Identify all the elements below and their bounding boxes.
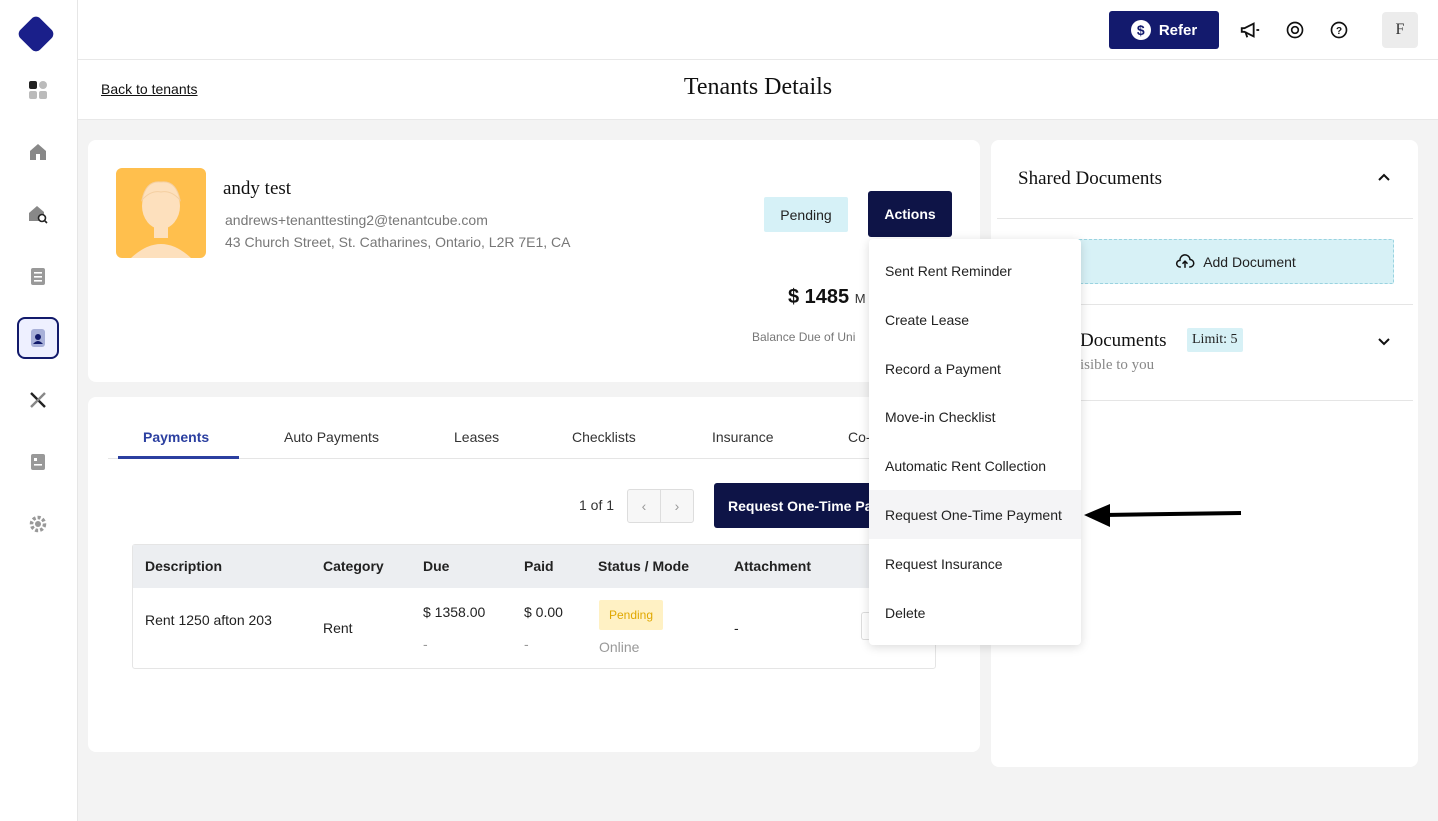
tenant-email: andrews+tenanttesting2@tenantcube.com bbox=[225, 212, 488, 228]
top-bar: $ Refer ? F bbox=[78, 0, 1438, 60]
page-header: Back to tenants Tenants Details bbox=[78, 60, 1438, 120]
divider bbox=[997, 218, 1413, 219]
active-tab-indicator bbox=[118, 456, 239, 459]
page-title: Tenants Details bbox=[683, 74, 833, 100]
sidebar-item-dashboard[interactable] bbox=[17, 69, 59, 111]
tab-auto-payments[interactable]: Auto Payments bbox=[284, 429, 379, 445]
balance-label: Balance Due of Uni bbox=[752, 330, 856, 344]
row-category: Rent bbox=[323, 620, 353, 636]
menu-item-automatic-rent-collection[interactable]: Automatic Rent Collection bbox=[869, 441, 1081, 490]
column-header-attachment: Attachment bbox=[734, 558, 812, 574]
status-badge: Pending bbox=[599, 600, 663, 630]
clipboard-icon bbox=[31, 268, 45, 285]
limit-badge: Limit: 5 bbox=[1187, 328, 1243, 352]
sidebar-item-accounting[interactable] bbox=[17, 441, 59, 483]
tenant-icon bbox=[31, 329, 45, 347]
tab-bar: Payments Auto Payments Leases Checklists… bbox=[108, 417, 908, 459]
menu-item-create-lease[interactable]: Create Lease bbox=[869, 295, 1081, 344]
help-icon[interactable]: ? bbox=[1327, 18, 1351, 42]
tab-insurance[interactable]: Insurance bbox=[712, 429, 773, 445]
user-avatar[interactable]: F bbox=[1382, 12, 1418, 48]
refer-button[interactable]: $ Refer bbox=[1109, 11, 1219, 49]
table-row[interactable]: Rent 1250 afton 203 Rent $ 1358.00 - $ 0… bbox=[133, 588, 935, 668]
cloud-upload-icon bbox=[1176, 253, 1195, 268]
tools-icon bbox=[30, 392, 46, 408]
menu-item-request-one-time-payment[interactable]: Request One-Time Payment bbox=[869, 490, 1081, 539]
tenant-avatar bbox=[116, 168, 206, 258]
menu-item-move-in-checklist[interactable]: Move-in Checklist bbox=[869, 392, 1081, 441]
balance-amount: $ 1485 M bbox=[788, 286, 866, 309]
ledger-icon bbox=[31, 454, 45, 470]
tenant-tabs-card: Payments Auto Payments Leases Checklists… bbox=[88, 397, 980, 752]
gear-icon bbox=[29, 515, 47, 533]
chevron-up-icon[interactable] bbox=[1376, 170, 1392, 186]
actions-button[interactable]: Actions bbox=[868, 191, 952, 237]
pagination-controls: ‹ › bbox=[627, 489, 694, 523]
house-icon bbox=[30, 144, 46, 160]
table-header: Description Category Due Paid Status / M… bbox=[133, 545, 935, 588]
row-attachment: - bbox=[734, 620, 739, 636]
menu-item-record-payment[interactable]: Record a Payment bbox=[869, 344, 1081, 393]
annotation-arrow-icon bbox=[1084, 504, 1242, 527]
tab-payments[interactable]: Payments bbox=[143, 429, 209, 445]
support-icon[interactable] bbox=[1283, 18, 1307, 42]
chevron-down-icon[interactable] bbox=[1376, 333, 1392, 349]
tenant-name: andy test bbox=[223, 178, 292, 199]
menu-item-delete[interactable]: Delete bbox=[869, 588, 1081, 637]
column-header-due: Due bbox=[423, 558, 450, 574]
amount-suffix: M bbox=[854, 291, 866, 306]
sidebar-item-maintenance[interactable] bbox=[17, 379, 59, 421]
row-due-sub: - bbox=[423, 636, 428, 652]
grid-icon bbox=[29, 81, 47, 99]
row-paid-sub: - bbox=[524, 636, 529, 652]
menu-item-request-insurance[interactable]: Request Insurance bbox=[869, 539, 1081, 588]
sidebar-item-properties[interactable] bbox=[17, 131, 59, 173]
column-header-status-mode: Status / Mode bbox=[598, 558, 690, 574]
add-document-label: Add Document bbox=[1203, 253, 1296, 270]
tenant-status-badge: Pending bbox=[764, 197, 848, 232]
prev-page-button[interactable]: ‹ bbox=[628, 490, 661, 522]
pagination-text: 1 of 1 bbox=[579, 497, 615, 513]
next-page-button[interactable]: › bbox=[661, 490, 693, 522]
house-search-icon bbox=[29, 206, 48, 224]
shared-documents-title: Shared Documents bbox=[1018, 168, 1163, 189]
amount-value: $ 1485 bbox=[788, 286, 850, 308]
documents-title: Documents bbox=[1080, 330, 1167, 351]
announcement-icon[interactable] bbox=[1238, 18, 1262, 42]
tab-checklists[interactable]: Checklists bbox=[572, 429, 636, 445]
sidebar bbox=[0, 0, 78, 821]
documents-subtitle: isible to you bbox=[1080, 357, 1155, 373]
app-logo[interactable] bbox=[16, 14, 56, 54]
actions-dropdown-menu: Sent Rent Reminder Create Lease Record a… bbox=[869, 239, 1081, 645]
sidebar-item-listings[interactable] bbox=[17, 193, 59, 235]
row-paid: $ 0.00 bbox=[524, 604, 563, 620]
row-due: $ 1358.00 bbox=[423, 604, 486, 620]
payments-table: Description Category Due Paid Status / M… bbox=[132, 544, 936, 669]
tenant-profile-card: andy test andrews+tenanttesting2@tenantc… bbox=[88, 140, 980, 382]
tenant-address: 43 Church Street, St. Catharines, Ontari… bbox=[225, 234, 571, 250]
add-document-button[interactable]: Add Document bbox=[1077, 239, 1394, 284]
sidebar-item-settings[interactable] bbox=[17, 503, 59, 545]
tab-co-tenants[interactable]: Co- bbox=[848, 429, 871, 445]
refer-label: Refer bbox=[1158, 21, 1198, 39]
menu-item-sent-rent-reminder[interactable]: Sent Rent Reminder bbox=[869, 246, 1081, 295]
dollar-icon: $ bbox=[1130, 20, 1151, 40]
column-header-paid: Paid bbox=[524, 558, 554, 574]
svg-text:?: ? bbox=[1336, 26, 1342, 37]
sidebar-item-tenants[interactable] bbox=[17, 317, 59, 359]
tab-leases[interactable]: Leases bbox=[454, 429, 499, 445]
row-mode: Online bbox=[599, 639, 640, 655]
column-header-category: Category bbox=[323, 558, 384, 574]
sidebar-item-applications[interactable] bbox=[17, 255, 59, 297]
row-description: Rent 1250 afton 203 bbox=[145, 612, 272, 628]
column-header-description: Description bbox=[145, 558, 223, 574]
